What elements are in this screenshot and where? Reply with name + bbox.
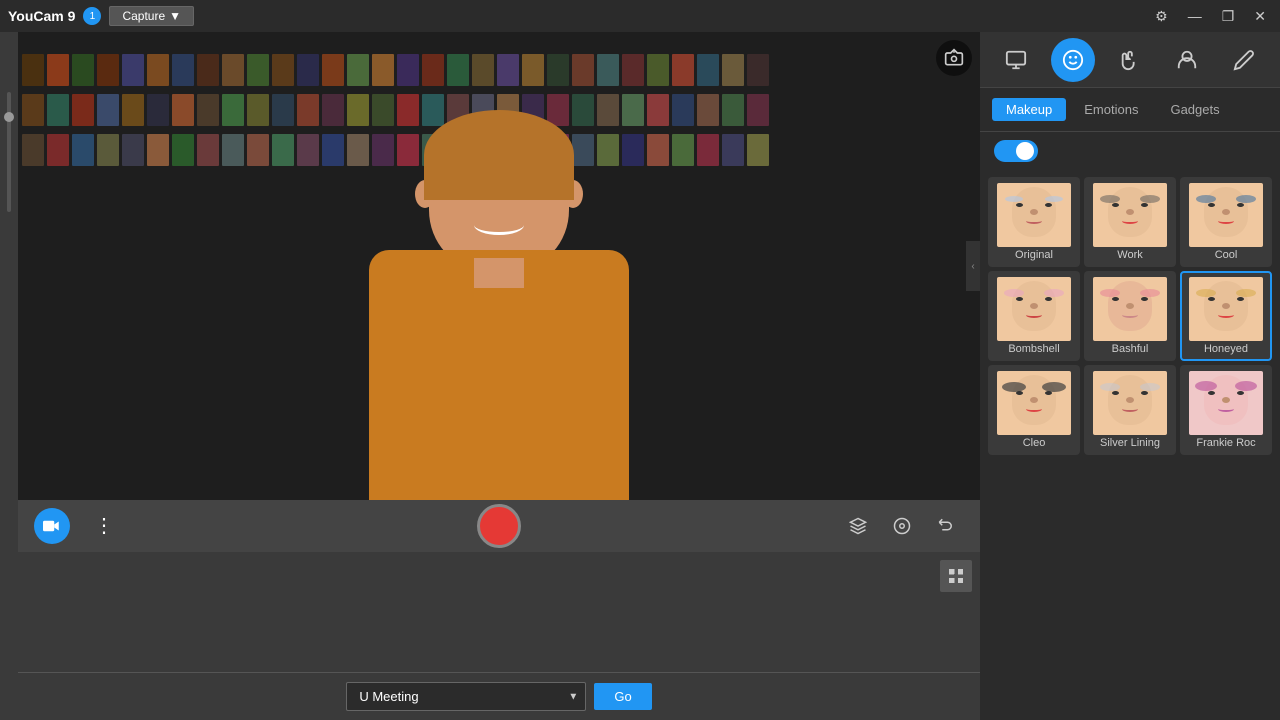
person-neck	[474, 258, 524, 288]
notification-icon[interactable]: 1	[83, 7, 101, 25]
toggle-row	[980, 132, 1280, 173]
controls-bar: ⋮	[18, 500, 980, 552]
camera-toggle-button[interactable]	[34, 508, 70, 544]
right-panel: Makeup Emotions Gadgets	[980, 32, 1280, 720]
makeup-face-bombshell	[997, 277, 1071, 341]
upload-camera-icon[interactable]	[936, 40, 972, 76]
rp-pen-button[interactable]	[1222, 38, 1266, 82]
makeup-label-frankie-roc: Frankie Roc	[1196, 437, 1255, 449]
makeup-face-cool	[1189, 183, 1263, 247]
minimize-button[interactable]: —	[1182, 6, 1208, 26]
titlebar-left: YouCam 9 1 Capture ▼	[8, 6, 194, 26]
zoom-slider-thumb[interactable]	[4, 112, 14, 122]
makeup-face-original	[997, 183, 1071, 247]
titlebar-right: ⚙ — ❐ ✕	[1149, 6, 1272, 27]
makeup-toggle[interactable]	[994, 140, 1038, 162]
video-container: ‹ ⋮	[18, 32, 980, 720]
undo-button[interactable]	[928, 508, 964, 544]
rp-emoji-button[interactable]	[1051, 38, 1095, 82]
makeup-label-bombshell: Bombshell	[1008, 343, 1059, 355]
tab-emotions[interactable]: Emotions	[1070, 98, 1152, 121]
rp-toolbar	[980, 32, 1280, 88]
rp-tabs: Makeup Emotions Gadgets	[980, 88, 1280, 132]
makeup-item-original[interactable]: Original	[988, 177, 1080, 267]
makeup-label-cool: Cool	[1215, 249, 1238, 261]
bottom-bar: U Meeting Zoom Teams Skype ▼ Go	[18, 672, 980, 720]
rp-screen-button[interactable]	[994, 38, 1038, 82]
left-panel	[0, 32, 18, 720]
scroll-arrow[interactable]: ‹	[966, 241, 980, 291]
zoom-slider[interactable]	[7, 92, 11, 212]
makeup-item-work[interactable]: Work	[1084, 177, 1176, 267]
makeup-face-work	[1093, 183, 1167, 247]
toggle-thumb	[1016, 142, 1034, 160]
makeup-item-honeyed[interactable]: Honeyed	[1180, 271, 1272, 361]
titlebar: YouCam 9 1 Capture ▼ ⚙ — ❐ ✕	[0, 0, 1280, 32]
makeup-item-bashful[interactable]: Bashful	[1084, 271, 1176, 361]
go-button[interactable]: Go	[594, 683, 651, 710]
makeup-label-bashful: Bashful	[1112, 343, 1149, 355]
meeting-select-wrapper: U Meeting Zoom Teams Skype ▼	[346, 682, 586, 711]
notification-badge: 1	[90, 11, 96, 22]
makeup-label-silver-lining: Silver Lining	[1100, 437, 1160, 449]
more-icon: ⋮	[94, 516, 114, 536]
settings-button[interactable]: ⚙	[1149, 6, 1174, 27]
makeup-item-frankie-roc[interactable]: Frankie Roc	[1180, 365, 1272, 455]
video-frame: ‹	[18, 32, 980, 500]
makeup-item-cleo[interactable]: Cleo	[988, 365, 1080, 455]
makeup-item-cool[interactable]: Cool	[1180, 177, 1272, 267]
meeting-select[interactable]: U Meeting Zoom Teams Skype	[346, 682, 586, 711]
makeup-grid: Original Work	[980, 173, 1280, 459]
rp-gesture-button[interactable]	[1108, 38, 1152, 82]
person-silhouette	[309, 120, 689, 500]
makeup-label-honeyed: Honeyed	[1204, 343, 1248, 355]
main-content: ‹ ⋮	[0, 32, 1280, 720]
makeup-face-bashful	[1093, 277, 1167, 341]
makeup-label-cleo: Cleo	[1023, 437, 1046, 449]
grid-view-button[interactable]	[940, 560, 972, 592]
makeup-label-original: Original	[1015, 249, 1053, 261]
restore-button[interactable]: ❐	[1216, 6, 1241, 27]
tab-gadgets[interactable]: Gadgets	[1156, 98, 1233, 121]
capture-button[interactable]: Capture ▼	[109, 6, 194, 26]
close-button[interactable]: ✕	[1248, 6, 1272, 27]
makeup-face-silver-lining	[1093, 371, 1167, 435]
layers-button[interactable]	[840, 508, 876, 544]
tab-makeup[interactable]: Makeup	[992, 98, 1066, 121]
right-controls	[840, 508, 964, 544]
makeup-label-work: Work	[1117, 249, 1142, 261]
makeup-item-bombshell[interactable]: Bombshell	[988, 271, 1080, 361]
makeup-face-honeyed	[1189, 277, 1263, 341]
record-button[interactable]	[477, 504, 521, 548]
person-hair	[424, 110, 574, 200]
makeup-face-frankie-roc	[1189, 371, 1263, 435]
rp-face-button[interactable]	[1165, 38, 1209, 82]
makeup-face-cleo	[997, 371, 1071, 435]
timeline-area	[18, 552, 980, 672]
video-preview	[18, 32, 980, 500]
effects-button[interactable]	[884, 508, 920, 544]
makeup-item-silver-lining[interactable]: Silver Lining	[1084, 365, 1176, 455]
capture-dropdown-icon: ▼	[169, 9, 181, 23]
app-title: YouCam 9	[8, 8, 75, 24]
more-options-button[interactable]: ⋮	[86, 508, 122, 544]
